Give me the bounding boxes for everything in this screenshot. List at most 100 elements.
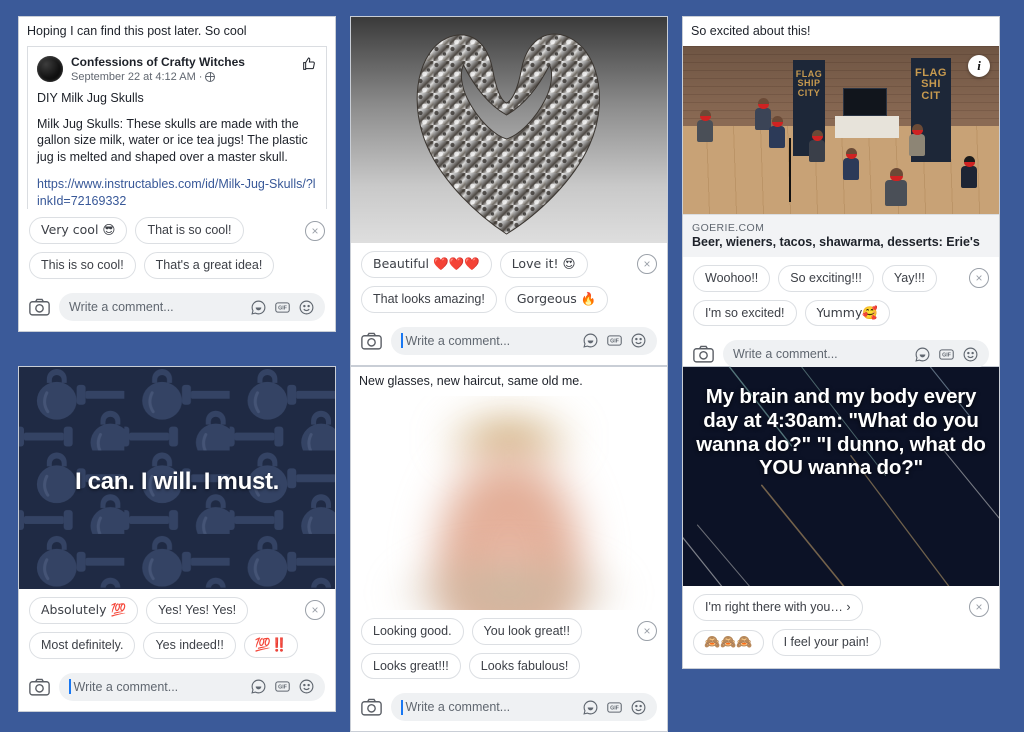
suggestion-chip[interactable]: Very cool 😎 bbox=[29, 217, 128, 245]
post-card-milk-jug-skulls[interactable]: Hoping I can find this post later. So co… bbox=[18, 16, 336, 333]
sticker-icon[interactable] bbox=[582, 332, 599, 349]
suggestion-chip[interactable]: That looks amazing! bbox=[361, 285, 497, 313]
comment-composer[interactable]: Write a comment... GIF bbox=[351, 320, 667, 365]
comment-input[interactable]: Write a comment... GIF bbox=[59, 293, 325, 322]
photo-floor bbox=[683, 126, 999, 214]
suggestion-chip[interactable]: Yummy🥰 bbox=[804, 299, 890, 327]
suggestion-chip[interactable]: Beautiful ❤️❤️❤️ bbox=[361, 251, 492, 278]
suggestion-chip[interactable]: Love it! 😍 bbox=[499, 251, 588, 278]
emoji-icon[interactable] bbox=[298, 678, 315, 695]
suggestion-row-1: Looking good. You look great!! × bbox=[361, 617, 657, 645]
suggestion-chip[interactable]: Yay!!! bbox=[881, 264, 937, 292]
camera-icon[interactable] bbox=[29, 298, 50, 316]
suggestion-chip[interactable]: This is so cool! bbox=[29, 252, 136, 280]
sticker-icon[interactable] bbox=[914, 346, 931, 363]
svg-text:GIF: GIF bbox=[278, 305, 288, 311]
image-overlay-text: My brain and my body every day at 4:30am… bbox=[696, 385, 986, 480]
page-name[interactable]: Confessions of Crafty Witches bbox=[71, 55, 293, 70]
comment-input[interactable]: Write a comment... GIF bbox=[723, 340, 989, 369]
post-card-new-glasses[interactable]: New glasses, new haircut, same old me. L… bbox=[350, 366, 668, 732]
post-card-stone-heart[interactable]: Beautiful ❤️❤️❤️ Love it! 😍 × That looks… bbox=[350, 16, 668, 366]
suggestion-chip[interactable]: That's a great idea! bbox=[143, 252, 275, 280]
post-card-goerie-link[interactable]: So excited about this! FLAG SHIP CITY FLAG… bbox=[682, 16, 1000, 380]
text-cursor bbox=[401, 333, 403, 349]
comment-composer[interactable]: Write a comment... GIF bbox=[19, 287, 335, 332]
emoji-icon[interactable] bbox=[630, 699, 647, 716]
camera-icon[interactable] bbox=[361, 332, 382, 350]
post-card-gym-motivation[interactable]: I can. I will. I must. Absolutely 💯 Yes!… bbox=[18, 366, 336, 712]
suggestion-row-1: I'm right there with you… › × bbox=[693, 594, 989, 621]
suggestion-chip[interactable]: That is so cool! bbox=[135, 217, 244, 245]
link-domain: GOERIE.COM bbox=[692, 221, 765, 234]
post-card-grid: Hoping I can find this post later. So co… bbox=[0, 0, 1024, 732]
post-media-image[interactable]: FLAG SHIP CITY FLAG SHI CIT i bbox=[683, 45, 999, 214]
post-body: Milk Jug Skulls: These skulls are made w… bbox=[37, 116, 308, 164]
suggestion-chip[interactable]: Yes indeed!! bbox=[143, 631, 236, 659]
composer-icons: GIF bbox=[250, 299, 315, 316]
microphone-stand bbox=[789, 137, 791, 202]
dismiss-button[interactable]: × bbox=[305, 600, 325, 621]
dismiss-button[interactable]: × bbox=[969, 268, 989, 289]
suggestion-row-1: Absolutely 💯 Yes! Yes! Yes! × bbox=[29, 597, 325, 624]
comment-input[interactable]: Write a comment... GIF bbox=[391, 693, 657, 722]
post-media-image[interactable]: I can. I will. I must. bbox=[19, 367, 335, 589]
suggested-replies: Looking good. You look great!! × Looks g… bbox=[351, 609, 667, 688]
suggestion-chip[interactable]: Absolutely 💯 bbox=[29, 597, 139, 624]
camera-icon[interactable] bbox=[29, 678, 50, 696]
camera-icon[interactable] bbox=[693, 345, 714, 363]
suggestion-chip[interactable]: I'm so excited! bbox=[693, 299, 797, 327]
svg-text:GIF: GIF bbox=[610, 705, 620, 711]
comment-input[interactable]: Write a comment... GIF bbox=[59, 672, 325, 701]
suggestion-chip[interactable]: Looking good. bbox=[361, 617, 464, 645]
suggestion-row-1: Beautiful ❤️❤️❤️ Love it! 😍 × bbox=[361, 251, 657, 278]
dismiss-button[interactable]: × bbox=[637, 621, 657, 642]
link-preview[interactable]: GOERIE.COM Beer, wieners, tacos, shawarm… bbox=[683, 213, 999, 257]
gif-icon[interactable]: GIF bbox=[606, 332, 623, 349]
suggestion-row-2: Most definitely. Yes indeed!! 💯‼️ bbox=[29, 631, 325, 659]
table bbox=[835, 115, 899, 138]
embedded-post[interactable]: Confessions of Crafty Witches September … bbox=[27, 45, 327, 210]
gif-icon[interactable]: GIF bbox=[938, 346, 955, 363]
separator-dot: · bbox=[198, 70, 203, 83]
post-link[interactable]: https://www.instructables.com/id/Milk-Ju… bbox=[37, 176, 317, 209]
suggestion-chip[interactable]: Yes! Yes! Yes! bbox=[146, 597, 249, 624]
post-media-image[interactable] bbox=[351, 17, 667, 243]
camera-icon[interactable] bbox=[361, 698, 382, 716]
person bbox=[697, 109, 713, 142]
comment-input[interactable]: Write a comment... GIF bbox=[391, 326, 657, 355]
suggestion-chip[interactable]: 🙈🙈🙈 bbox=[693, 629, 764, 656]
suggestion-chip[interactable]: Most definitely. bbox=[29, 631, 136, 659]
post-media-image[interactable] bbox=[351, 395, 667, 610]
post-card-430am-meme[interactable]: My brain and my body every day at 4:30am… bbox=[682, 366, 1000, 669]
dismiss-button[interactable]: × bbox=[637, 254, 657, 275]
gif-icon[interactable]: GIF bbox=[606, 699, 623, 716]
comment-composer[interactable]: Write a comment... GIF bbox=[19, 666, 335, 711]
gif-icon[interactable]: GIF bbox=[274, 678, 291, 695]
suggestion-chip[interactable]: Gorgeous 🔥 bbox=[504, 285, 609, 313]
emoji-icon[interactable] bbox=[630, 332, 647, 349]
suggested-replies: Absolutely 💯 Yes! Yes! Yes! × Most defin… bbox=[19, 589, 335, 667]
thumbs-up-icon[interactable] bbox=[301, 55, 317, 73]
sticker-icon[interactable] bbox=[250, 299, 267, 316]
suggestion-row-2: That looks amazing! Gorgeous 🔥 bbox=[361, 285, 657, 313]
sculpture-shape bbox=[416, 33, 600, 235]
emoji-icon[interactable] bbox=[298, 299, 315, 316]
suggestion-chip[interactable]: So exciting!!! bbox=[778, 264, 874, 292]
suggestion-chip[interactable]: You look great!! bbox=[471, 617, 582, 645]
sticker-icon[interactable] bbox=[582, 699, 599, 716]
suggestion-chip[interactable]: 💯‼️ bbox=[243, 632, 299, 659]
suggestion-chip[interactable]: I'm right there with you… › bbox=[693, 594, 863, 621]
post-media-image[interactable]: My brain and my body every day at 4:30am… bbox=[683, 367, 999, 586]
sticker-icon[interactable] bbox=[250, 678, 267, 695]
emoji-icon[interactable] bbox=[962, 346, 979, 363]
suggestion-chip[interactable]: I feel your pain! bbox=[771, 628, 882, 656]
suggestion-chip[interactable]: Woohoo!! bbox=[693, 264, 771, 292]
dismiss-button[interactable]: × bbox=[305, 220, 325, 241]
dismiss-button[interactable]: × bbox=[969, 597, 989, 618]
suggestion-chip[interactable]: Looks great!!! bbox=[361, 652, 461, 680]
gif-icon[interactable]: GIF bbox=[274, 299, 291, 316]
suggestion-chip[interactable]: Looks fabulous! bbox=[468, 652, 581, 680]
suggested-replies: Beautiful ❤️❤️❤️ Love it! 😍 × That looks… bbox=[351, 243, 667, 321]
info-icon[interactable]: i bbox=[968, 54, 990, 77]
post-timestamp: September 22 at 4:12 AM · bbox=[71, 70, 293, 84]
